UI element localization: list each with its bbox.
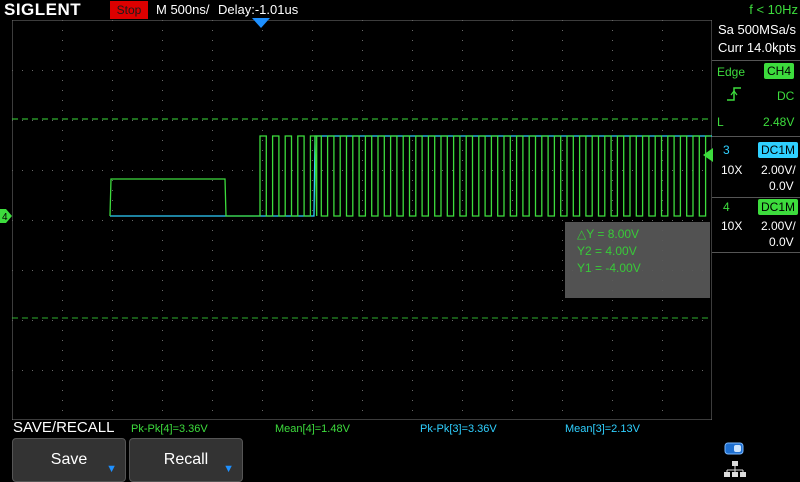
waveform-display[interactable] xyxy=(12,20,712,420)
channel-4-coupling-badge: DC1M xyxy=(758,199,799,215)
svg-text:4: 4 xyxy=(2,212,8,223)
measurement-pkpk-ch3: Pk-Pk[3]=3.36V xyxy=(420,423,497,435)
frequency-counter: f < 10Hz xyxy=(749,2,798,17)
channel-3-level-marker[interactable] xyxy=(703,148,713,162)
timebase-label[interactable]: M 500ns/ xyxy=(156,0,209,20)
channel-3-probe: 10X xyxy=(721,163,743,177)
trigger-coupling: DC xyxy=(777,89,795,103)
save-button-label: Save xyxy=(50,451,88,468)
trigger-type: Edge xyxy=(717,65,746,79)
channel-3-number: 3 xyxy=(723,143,730,157)
channel-4-scale: 2.00V/ xyxy=(761,219,796,233)
cursor-delta-y: △Y = 8.00V xyxy=(577,227,640,241)
trigger-source-badge: CH4 xyxy=(764,63,795,79)
memory-depth: Curr 14.0kpts xyxy=(717,40,796,55)
measurement-mean-ch4: Mean[4]=1.48V xyxy=(275,423,350,435)
delay-label[interactable]: Delay:-1.01us xyxy=(218,0,298,20)
trigger-position-marker[interactable] xyxy=(252,18,270,28)
menu-title: SAVE/RECALL xyxy=(13,419,115,436)
recall-button-label: Recall xyxy=(163,451,209,468)
right-info-panel: Sa 500MSa/s Curr 14.0kpts Edge CH4 DC L … xyxy=(712,20,800,420)
channel-3-scale: 2.00V/ xyxy=(761,163,796,177)
network-icon xyxy=(724,461,746,477)
channel-3-coupling-badge: DC1M xyxy=(758,142,799,158)
measurement-pkpk-ch4: Pk-Pk[4]=3.36V xyxy=(131,423,208,435)
cursor-y2: Y2 = 4.00V xyxy=(577,244,637,258)
recall-button[interactable]: Recall ▼ xyxy=(129,438,243,482)
measurement-mean-ch3: Mean[3]=2.13V xyxy=(565,423,640,435)
run-stop-badge[interactable]: Stop xyxy=(110,1,148,19)
sample-rate: Sa 500MSa/s xyxy=(717,22,796,37)
brand-logo: SIGLENT xyxy=(4,0,82,19)
status-icons xyxy=(716,438,800,480)
channel-4-probe: 10X xyxy=(721,219,743,233)
chevron-down-icon: ▼ xyxy=(223,463,234,475)
channel-4-number: 4 xyxy=(723,200,730,214)
battery-toggle-icon xyxy=(724,442,744,455)
trigger-level-label: L xyxy=(717,115,724,129)
channel-4-offset: 0.0V xyxy=(769,235,794,249)
cursor-readout-panel: △Y = 8.00V Y2 = 4.00V Y1 = -4.00V xyxy=(565,222,710,298)
channel-3-offset: 0.0V xyxy=(769,179,794,193)
cursor-y1: Y1 = -4.00V xyxy=(577,261,641,275)
chevron-down-icon: ▼ xyxy=(106,463,117,475)
save-button[interactable]: Save ▼ xyxy=(12,438,126,482)
channel-4-ground-marker[interactable]: 4 xyxy=(0,209,12,223)
rising-edge-icon xyxy=(727,87,741,101)
trigger-level-value: 2.48V xyxy=(763,115,795,129)
